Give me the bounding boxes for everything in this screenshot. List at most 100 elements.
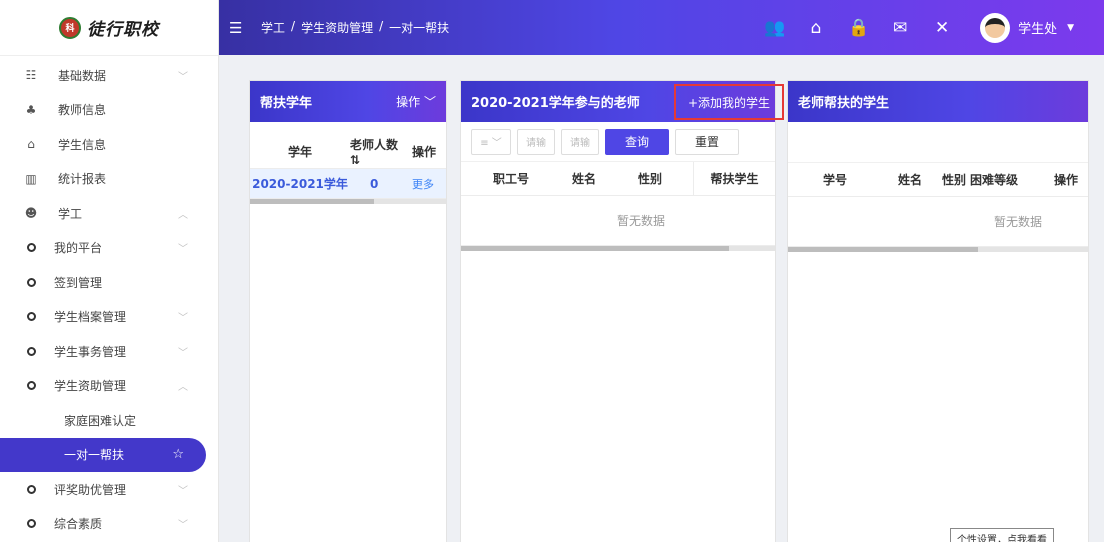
panel-teacher-students: 老师帮扶的学生 学号 姓名 性别 困难等级 操作 暂无数据 (787, 80, 1089, 542)
column-header-staff-id: 职工号 (492, 172, 529, 186)
mail-icon[interactable]: ✉ (890, 18, 910, 38)
sidebar-item-student-archive[interactable]: 学生档案管理 ﹀ (0, 300, 218, 335)
username[interactable]: 学生处 (1018, 18, 1057, 37)
sidebar-item-basic-data[interactable]: ☷ 基础数据 ﹀ (0, 58, 218, 93)
avatar[interactable] (980, 12, 1011, 43)
users-icon[interactable]: 👥 (764, 18, 785, 38)
circle-icon (27, 312, 36, 322)
breadcrumb-separator: / (379, 19, 384, 33)
fullscreen-icon[interactable]: ✕ (932, 18, 952, 38)
chevron-down-icon: ﹀ (178, 485, 188, 497)
search-toolbar: ≡ ﹀ 请输 请输 查询 重置 (461, 122, 775, 162)
sidebar-item-sign-in[interactable]: 签到管理 (0, 265, 218, 300)
column-header-gender: 性别 (941, 173, 966, 187)
cell-teacher-count: 0 (370, 176, 379, 191)
sidebar-item-quality[interactable]: 综合素质 ﹀ (0, 507, 218, 542)
chevron-down-icon: ﹀ (178, 347, 188, 359)
avatar-face-icon (985, 17, 1006, 38)
panel-aid-year: 帮扶学年 操作 ﹀ 学年 老师人数 ⇅ 操作 2020-2021学年 0 更多 (249, 80, 447, 542)
table-header: 职工号 姓名 性别 帮扶学生 (461, 161, 775, 196)
column-header-teacher-count[interactable]: 老师人数 ⇅ (350, 136, 412, 167)
sidebar-item-label: 一对一帮扶 (64, 448, 125, 463)
circle-icon (27, 277, 36, 287)
panel-header: 老师帮扶的学生 (788, 81, 1088, 122)
column-header-aided-students: 帮扶学生 (693, 161, 775, 196)
chevron-down-icon: ﹀ (178, 71, 188, 83)
graduation-cap-icon: ⌂ (27, 137, 35, 152)
sidebar-item-one-on-one[interactable]: 一对一帮扶 ☆ (0, 437, 206, 472)
logo[interactable]: 科 徒行职校 (0, 0, 218, 56)
chevron-down-icon: ﹀ (178, 244, 188, 256)
search-input-2[interactable]: 请输 (561, 128, 599, 155)
sidebar-item-my-platform[interactable]: 我的平台 ﹀ (0, 231, 218, 266)
query-button[interactable]: 查询 (605, 128, 669, 155)
empty-text: 暂无数据 (993, 215, 1042, 229)
sidebar-item-label: 统计报表 (58, 172, 107, 187)
breadcrumb-item[interactable]: 学生资助管理 (301, 19, 373, 36)
more-link[interactable]: 更多 (412, 176, 446, 192)
column-header-student-id: 学号 (822, 173, 847, 187)
panel-participating-teachers: 2020-2021学年参与的老师 +添加我的学生 ≡ ﹀ 请输 请输 查询 重置… (460, 80, 784, 542)
column-header-year[interactable]: 学年 (250, 143, 350, 160)
sidebar-item-label: 教师信息 (58, 103, 107, 118)
menu-toggle-icon[interactable]: ☰ (229, 19, 249, 37)
breadcrumb-current: 一对一帮扶 (389, 21, 450, 35)
sidebar-item-awards[interactable]: 评奖助优管理 ﹀ (0, 472, 218, 507)
panel-header: 2020-2021学年参与的老师 +添加我的学生 (461, 81, 784, 122)
sidebar-item-student-affairs[interactable]: ☻ 学工 ︿ (0, 196, 218, 231)
sidebar-item-label: 学生档案管理 (54, 310, 127, 325)
sidebar-item-label: 学生事务管理 (54, 344, 127, 359)
sidebar-item-label: 家庭困难认定 (64, 413, 137, 428)
horizontal-scrollbar[interactable] (461, 246, 775, 251)
sidebar-item-student-aid[interactable]: 学生资助管理 ︿ (0, 369, 218, 404)
home-icon[interactable]: ⌂ (806, 18, 826, 38)
sidebar-item-student-business[interactable]: 学生事务管理 ﹀ (0, 334, 218, 369)
lock-icon[interactable]: 🔒 (848, 18, 869, 38)
breadcrumb-separator: / (291, 19, 296, 33)
reset-button[interactable]: 重置 (675, 128, 739, 155)
star-icon[interactable]: ☆ (172, 447, 184, 462)
circle-icon (27, 519, 36, 529)
sidebar-item-label: 学工 (58, 206, 83, 221)
caret-down-icon[interactable]: ▼ (1067, 23, 1074, 33)
sidebar-item-label: 基础数据 (58, 68, 107, 83)
horizontal-scrollbar[interactable] (250, 199, 446, 204)
column-header-operation: 操作 (412, 145, 437, 159)
column-header-name: 姓名 (897, 173, 922, 187)
list-icon: ☷ (25, 68, 37, 83)
panel-header: 帮扶学年 操作 ﹀ (250, 81, 446, 122)
logo-text: 徒行职校 (87, 20, 159, 40)
breadcrumb-item[interactable]: 学工 (261, 19, 285, 36)
table-row[interactable]: 2020-2021学年 0 更多 (250, 169, 446, 199)
sidebar-item-student-info[interactable]: ⌂ 学生信息 (0, 127, 218, 162)
sidebar: 科 徒行职校 ☷ 基础数据 ﹀ ♣ 教师信息 ⌂ 学生信息 ▥ 统计报表 ☻ 学… (0, 0, 219, 542)
panel-title: 帮扶学年 (260, 96, 313, 111)
scrollbar-thumb[interactable] (788, 247, 978, 252)
operation-dropdown[interactable]: 操作 ﹀ (396, 93, 436, 110)
empty-state: 暂无数据 (461, 196, 775, 246)
column-header-hardship-level: 困难等级 (970, 173, 1019, 187)
chevron-up-icon: ︿ (178, 209, 188, 221)
sidebar-item-label: 学生信息 (58, 137, 107, 152)
bar-chart-icon: ▥ (25, 171, 37, 186)
sidebar-item-label: 我的平台 (54, 241, 103, 256)
column-header-name: 姓名 (571, 172, 596, 186)
search-input-1[interactable]: 请输 (517, 128, 555, 155)
add-my-student-button[interactable]: +添加我的学生 (674, 84, 784, 120)
panel-title: 2020-2021学年参与的老师 (471, 96, 640, 111)
scrollbar-thumb[interactable] (250, 199, 374, 204)
circle-icon (27, 381, 36, 391)
personal-settings-tooltip[interactable]: 个性设置，点我看看 (950, 528, 1054, 542)
sidebar-item-statistics[interactable]: ▥ 统计报表 (0, 162, 218, 197)
logo-mark: 科 徒行职校 (59, 15, 159, 40)
sidebar-item-label: 综合素质 (54, 517, 103, 532)
breadcrumb: 学工 / 学生资助管理 / 一对一帮扶 (261, 19, 449, 36)
field-select[interactable]: ≡ ﹀ (471, 128, 511, 155)
users-icon: ☻ (24, 206, 38, 221)
horizontal-scrollbar[interactable] (788, 247, 1088, 252)
sidebar-item-teacher-info[interactable]: ♣ 教师信息 (0, 93, 218, 128)
panel-title: 老师帮扶的学生 (798, 96, 890, 111)
chevron-down-icon: ﹀ (178, 520, 188, 532)
scrollbar-thumb[interactable] (461, 246, 729, 251)
sidebar-item-family-hardship[interactable]: 家庭困难认定 (0, 403, 218, 438)
